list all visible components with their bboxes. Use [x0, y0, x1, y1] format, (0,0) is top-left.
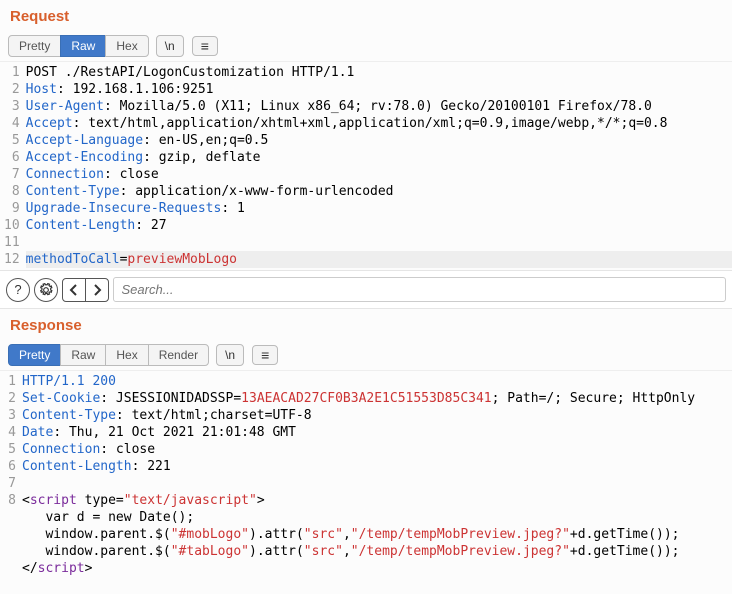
response-code[interactable]: 12345678 HTTP/1.1 200Set-Cookie: JSESSIO…: [0, 371, 732, 579]
help-icon[interactable]: ?: [6, 278, 30, 302]
menu-button[interactable]: ≡: [192, 36, 218, 56]
search-input[interactable]: [113, 277, 727, 302]
tab-hex[interactable]: Hex: [105, 35, 148, 57]
prev-icon[interactable]: [62, 278, 86, 302]
menu-button[interactable]: ≡: [252, 345, 278, 365]
response-title: Response: [0, 309, 732, 340]
request-lines: POST ./RestAPI/LogonCustomization HTTP/1…: [26, 64, 732, 268]
tab-pretty[interactable]: Pretty: [8, 35, 61, 57]
next-icon[interactable]: [85, 278, 109, 302]
response-lines: HTTP/1.1 200Set-Cookie: JSESSIONIDADSSP=…: [22, 373, 732, 577]
tab-hex[interactable]: Hex: [105, 344, 148, 366]
newline-toggle[interactable]: \n: [216, 344, 244, 366]
tab-raw[interactable]: Raw: [60, 344, 106, 366]
response-toolbar: Pretty Raw Hex Render \n ≡: [0, 340, 732, 371]
tab-raw[interactable]: Raw: [60, 35, 106, 57]
request-gutter: 123456789101112: [0, 64, 26, 268]
tab-render[interactable]: Render: [148, 344, 209, 366]
response-gutter: 12345678: [0, 373, 22, 577]
search-bar: ?: [0, 270, 732, 309]
tab-pretty[interactable]: Pretty: [8, 344, 61, 366]
gear-icon[interactable]: [34, 278, 58, 302]
request-title: Request: [0, 0, 732, 31]
newline-toggle[interactable]: \n: [156, 35, 184, 57]
request-toolbar: Pretty Raw Hex \n ≡: [0, 31, 732, 62]
request-code[interactable]: 123456789101112 POST ./RestAPI/LogonCust…: [0, 62, 732, 270]
